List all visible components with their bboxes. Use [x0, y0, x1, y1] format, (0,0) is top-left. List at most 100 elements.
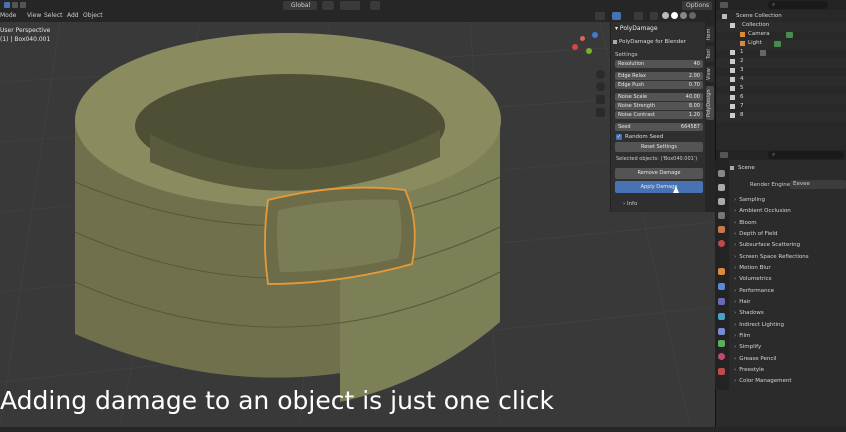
3d-viewport[interactable]: User Perspective (1) | Box040.001 — [0, 22, 715, 427]
navigation-gizmo[interactable] — [572, 30, 602, 60]
edge-push-field[interactable]: Edge Push 0.70 — [615, 81, 703, 89]
data-tab-icon[interactable] — [718, 340, 725, 347]
panel-grease-pencil[interactable]: Grease Pencil — [734, 356, 776, 362]
panel-volumetrics[interactable]: Volumetrics — [734, 276, 771, 282]
material-shading-icon[interactable] — [680, 12, 687, 19]
neg-x-icon[interactable] — [580, 36, 585, 41]
remove-damage-button[interactable]: Remove Damage — [615, 168, 703, 179]
x-axis-icon[interactable] — [572, 44, 578, 50]
physics-tab-icon[interactable] — [718, 313, 725, 320]
tool-tab-icon[interactable] — [718, 170, 725, 177]
editor-type-icon[interactable] — [720, 152, 728, 158]
visibility-icon[interactable] — [595, 12, 605, 20]
render-tab-icon[interactable] — [718, 184, 725, 191]
panel-subsurface-scattering[interactable]: Subsurface Scattering — [734, 242, 800, 248]
tab-view[interactable]: View — [706, 66, 714, 82]
panel-depth-of-field[interactable]: Depth of Field — [734, 231, 777, 237]
z-axis-icon[interactable] — [592, 32, 598, 38]
field-value: 40.00 — [685, 94, 700, 100]
apply-damage-button[interactable]: Apply Damage — [615, 181, 703, 193]
overlay-icon[interactable] — [634, 12, 643, 20]
field-value: 0.70 — [688, 82, 700, 88]
tab-item[interactable]: Item — [706, 26, 714, 42]
y-axis-icon[interactable] — [586, 48, 592, 54]
panel-screen-space-reflections[interactable]: Screen Space Reflections — [734, 254, 808, 260]
xray-icon[interactable] — [650, 12, 658, 20]
panel-film[interactable]: Film — [734, 333, 750, 339]
outliner-item[interactable]: 8 — [716, 112, 846, 122]
material-tab-icon[interactable] — [718, 353, 725, 360]
field-label: Noise Scale — [618, 94, 647, 100]
panel-simplify[interactable]: Simplify — [734, 344, 761, 350]
reset-settings-button[interactable]: Reset Settings — [615, 142, 703, 152]
field-label: Resolution — [618, 61, 645, 67]
particles-tab-icon[interactable] — [718, 298, 725, 305]
field-value: 40 — [693, 61, 700, 67]
sidebar-panel: ▾ PolyDamage PolyDamage for Blender Sett… — [610, 22, 705, 212]
panel-color-management[interactable]: Color Management — [734, 378, 791, 384]
tab-tool[interactable]: Tool — [706, 46, 714, 62]
transform-orientation-dropdown[interactable]: Global — [283, 1, 317, 10]
tab-polydesign[interactable]: PolyDesign — [706, 86, 714, 120]
rendered-shading-icon[interactable] — [689, 12, 696, 19]
pivot-icon[interactable] — [322, 1, 334, 10]
menu-object[interactable]: Object — [83, 12, 103, 19]
search-icon: ⌕ — [772, 151, 776, 158]
texture-tab-icon[interactable] — [718, 368, 725, 375]
scene-tab-icon[interactable] — [718, 226, 725, 233]
world-tab-icon[interactable] — [718, 240, 725, 247]
outliner-search-input[interactable]: ⌕ — [768, 1, 828, 9]
field-label: Edge Push — [618, 82, 645, 88]
panel-header[interactable]: ▾ PolyDamage — [615, 25, 658, 32]
panel-shadows[interactable]: Shadows — [734, 310, 764, 316]
editor-type-icon[interactable] — [720, 2, 728, 8]
item-label: 1 — [740, 49, 744, 55]
zoom-icon[interactable] — [596, 70, 605, 79]
panel-sampling[interactable]: Sampling — [734, 197, 765, 203]
modifier-tab-icon[interactable] — [718, 283, 725, 290]
menu-add[interactable]: Add — [67, 12, 79, 19]
gizmo-icon[interactable] — [612, 12, 621, 20]
constraints-tab-icon[interactable] — [718, 328, 725, 335]
panel-bloom[interactable]: Bloom — [734, 220, 756, 226]
select-mode-icon[interactable] — [20, 2, 26, 8]
perspective-toggle-icon[interactable] — [596, 108, 605, 117]
menu-view[interactable]: View — [27, 12, 41, 19]
noise-strength-field[interactable]: Noise Strength 8.00 — [615, 102, 703, 110]
output-tab-icon[interactable] — [718, 198, 725, 205]
select-box-icon[interactable] — [4, 2, 10, 8]
render-engine-dropdown[interactable]: Eevee — [790, 180, 846, 189]
camera-view-icon[interactable] — [596, 95, 605, 104]
properties-search-input[interactable]: ⌕ — [768, 151, 844, 159]
outliner-header: ⌕ — [716, 0, 846, 10]
view-layer-tab-icon[interactable] — [718, 212, 725, 219]
noise-contrast-field[interactable]: Noise Contrast 1.20 — [615, 111, 703, 119]
mouse-cursor-icon — [673, 186, 679, 193]
panel-hair[interactable]: Hair — [734, 299, 750, 305]
solid-shading-icon[interactable] — [671, 12, 678, 19]
panel-performance[interactable]: Performance — [734, 288, 774, 294]
seed-field[interactable]: Seed 664587 — [615, 123, 703, 131]
info-subpanel[interactable]: › Info — [623, 201, 637, 207]
item-label: 3 — [740, 67, 744, 73]
wireframe-shading-icon[interactable] — [662, 12, 669, 19]
select-mode-icon[interactable] — [12, 2, 18, 8]
options-dropdown[interactable]: Options — [682, 1, 712, 10]
menu-select[interactable]: Select — [44, 12, 63, 19]
noise-scale-field[interactable]: Noise Scale 40.00 — [615, 93, 703, 101]
menu-mode[interactable]: Mode — [0, 12, 16, 19]
panel-motion-blur[interactable]: Motion Blur — [734, 265, 770, 271]
panel-freestyle[interactable]: Freestyle — [734, 367, 764, 373]
edge-relax-field[interactable]: Edge Relax 2.00 — [615, 72, 703, 80]
pan-icon[interactable] — [596, 82, 605, 91]
proportional-edit-icon[interactable] — [370, 1, 380, 10]
object-tab-icon[interactable] — [718, 268, 725, 275]
snap-icon[interactable] — [340, 1, 360, 10]
random-seed-checkbox[interactable]: ✓ — [616, 134, 622, 140]
resolution-field[interactable]: Resolution 40 — [615, 60, 703, 68]
status-bar — [0, 427, 846, 432]
field-label: Noise Strength — [618, 103, 656, 109]
panel-indirect-lighting[interactable]: Indirect Lighting — [734, 322, 784, 328]
panel-ambient-occlusion[interactable]: Ambient Occlusion — [734, 208, 791, 214]
item-label: 5 — [740, 85, 744, 91]
